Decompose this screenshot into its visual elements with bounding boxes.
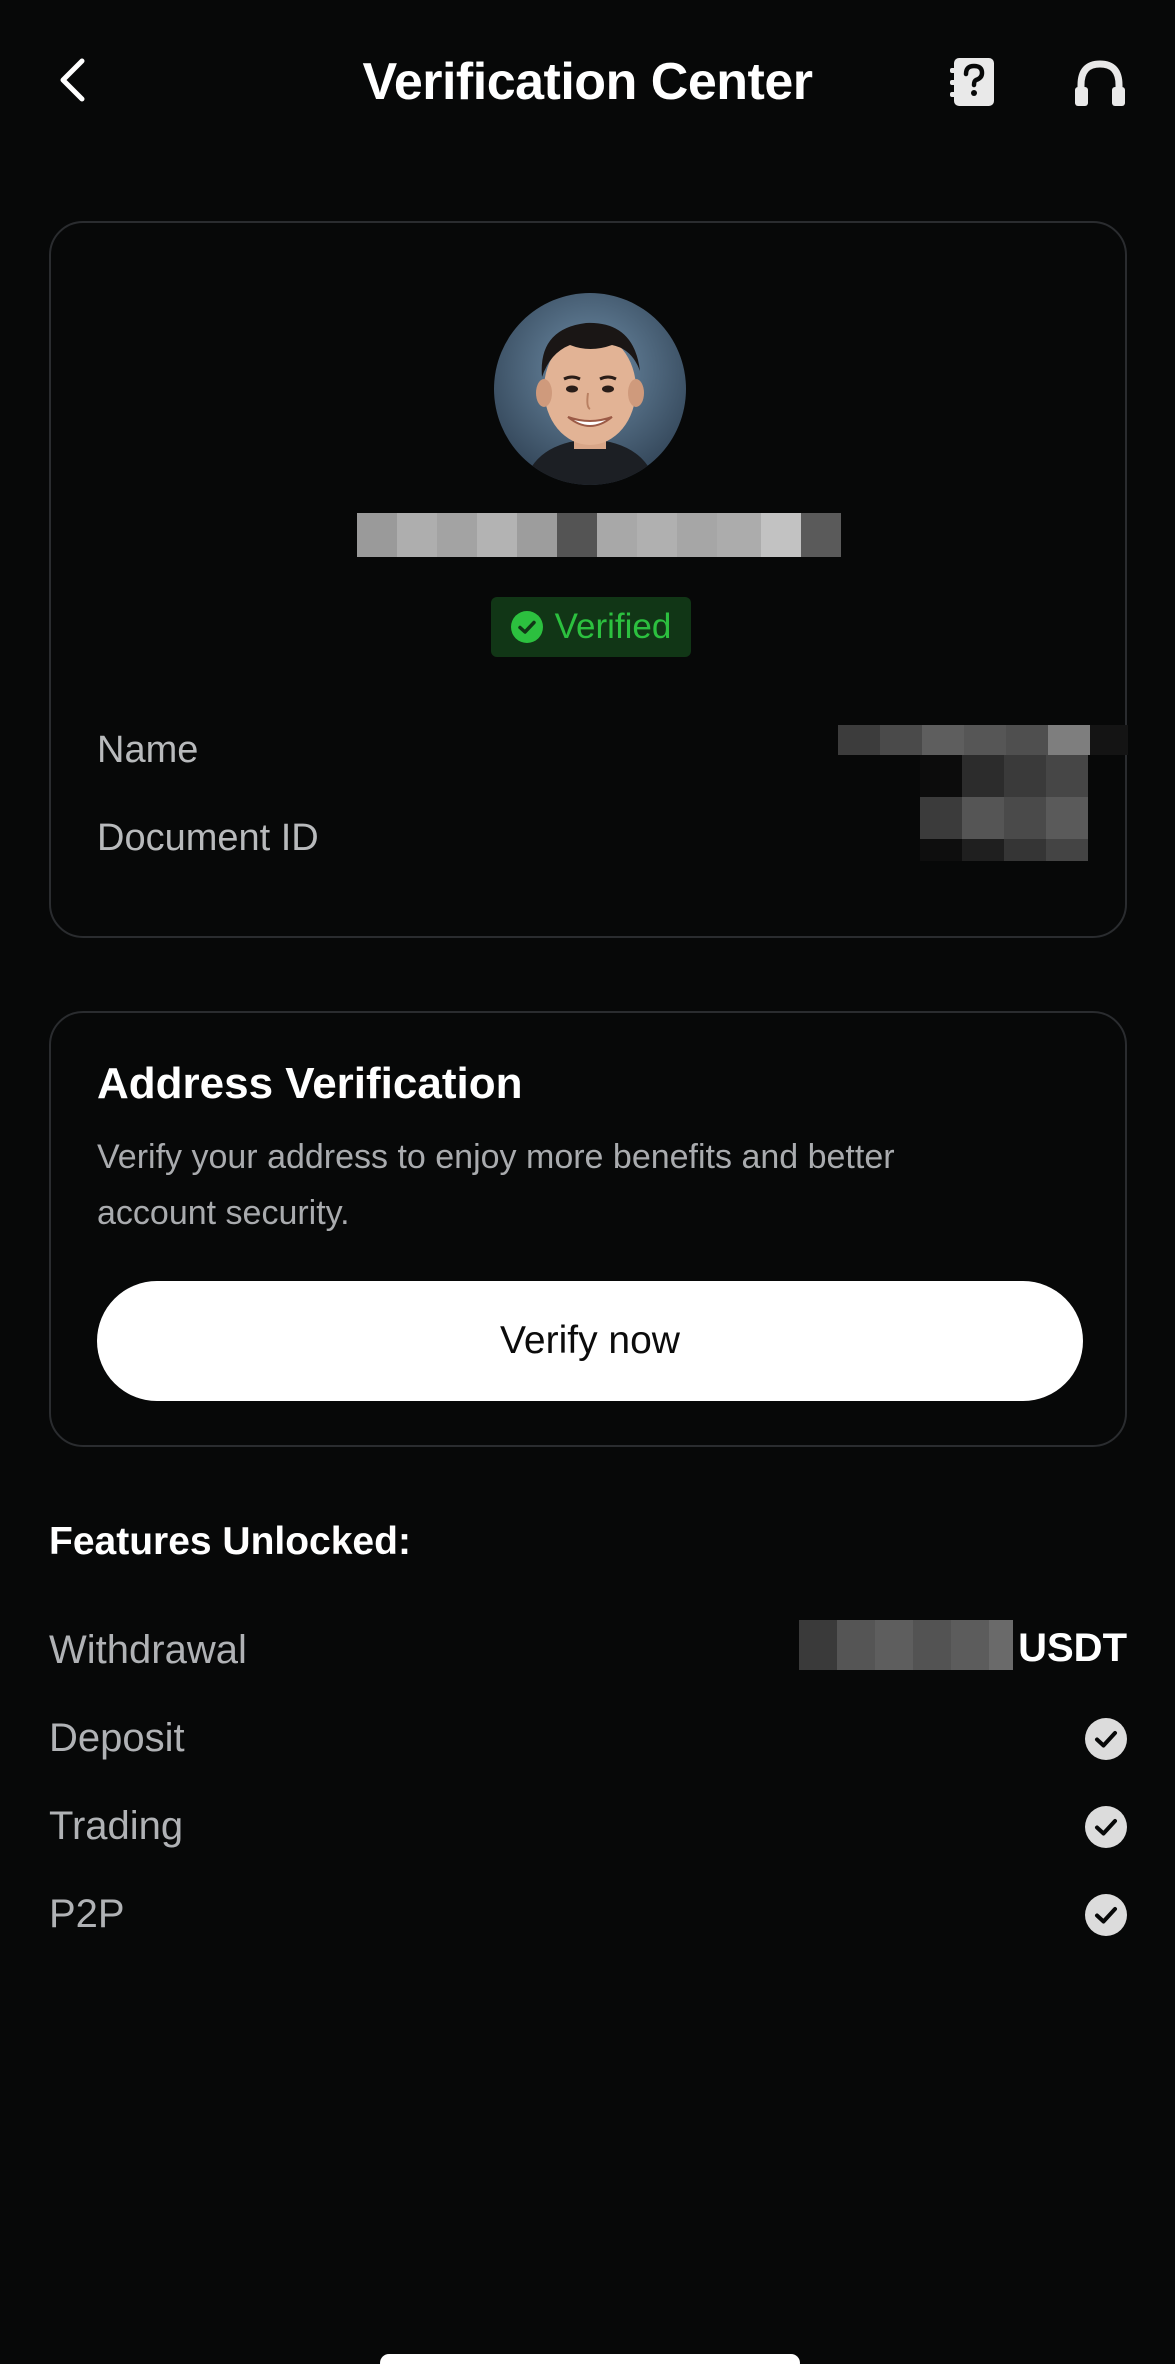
feature-label: P2P xyxy=(49,1892,125,1936)
feature-row-deposit: Deposit xyxy=(49,1708,1127,1768)
avatar xyxy=(494,293,686,485)
help-book-icon xyxy=(950,58,994,106)
masked-name-value xyxy=(838,725,1128,755)
withdrawal-unit: USDT xyxy=(1018,1626,1127,1670)
identity-card: Verified Name Document ID xyxy=(49,221,1128,938)
verification-center-screen: Verification Center Verified Name Docume… xyxy=(0,0,1175,2364)
feature-row-trading: Trading xyxy=(49,1796,1127,1856)
name-label: Name xyxy=(97,729,199,771)
features-heading: Features Unlocked: xyxy=(49,1520,411,1563)
masked-username xyxy=(357,513,841,557)
top-bar: Verification Center xyxy=(0,0,1175,160)
check-circle-icon xyxy=(1085,1894,1127,1936)
address-verification-card: Address Verification Verify your address… xyxy=(49,1011,1127,1447)
check-circle-icon xyxy=(1085,1718,1127,1760)
feature-row-withdrawal: Withdrawal USDT xyxy=(49,1620,1127,1680)
feature-label: Deposit xyxy=(49,1716,185,1760)
headset-icon xyxy=(1075,60,1125,106)
document-id-label: Document ID xyxy=(97,817,319,859)
masked-withdrawal-limit xyxy=(799,1620,1013,1670)
check-circle-icon xyxy=(1085,1806,1127,1848)
status-label: Verified xyxy=(554,607,672,646)
verify-now-button[interactable]: Verify now xyxy=(97,1281,1083,1401)
masked-document-value xyxy=(920,755,1088,861)
feature-label: Withdrawal xyxy=(49,1628,247,1672)
page-title: Verification Center xyxy=(362,53,813,111)
address-verification-title: Address Verification xyxy=(97,1059,523,1108)
check-circle-icon xyxy=(510,611,543,643)
feature-row-p2p: P2P xyxy=(49,1884,1127,1944)
feature-label: Trading xyxy=(49,1804,184,1848)
address-verification-description: Verify your address to enjoy more benefi… xyxy=(97,1138,895,1232)
help-button[interactable] xyxy=(948,56,998,108)
support-button[interactable] xyxy=(1073,58,1127,108)
status-badge: Verified xyxy=(491,597,691,657)
home-indicator[interactable] xyxy=(380,2354,800,2364)
